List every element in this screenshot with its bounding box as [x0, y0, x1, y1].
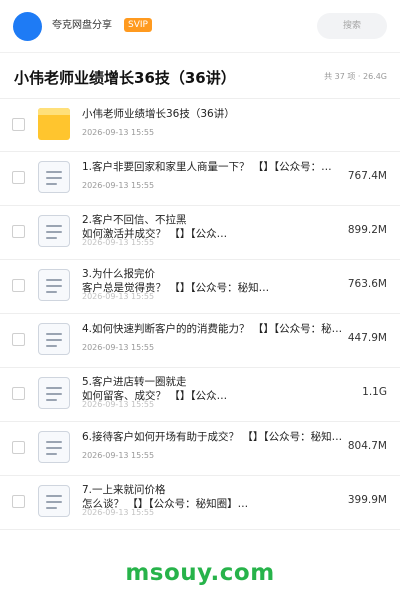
- item-name-line-1: 7.一上来就问价格: [82, 484, 166, 496]
- item-name-line-1: 3.为什么报完价: [82, 268, 156, 280]
- select-checkbox[interactable]: [12, 225, 25, 238]
- document-icon: [38, 431, 70, 463]
- svip-badge: SVIP: [124, 18, 152, 32]
- item-size: 899.2M: [347, 224, 387, 236]
- list-item[interactable]: 4.如何快速判断客户的的消费能力？ 【】【公众号：秘知圈】 2026-09-13…: [0, 314, 400, 368]
- list-item[interactable]: 2026-09-13 15:55 3.为什么报完价 客户总是觉得贵？ 【】【公众…: [0, 260, 400, 314]
- select-checkbox[interactable]: [12, 118, 25, 131]
- item-size: 447.9M: [347, 332, 387, 344]
- item-size: 1.1G: [362, 386, 387, 398]
- item-name-line-2: 怎么谈？ 【】【公众号：秘知圈】…: [82, 498, 249, 510]
- item-size: 767.4M: [347, 170, 387, 182]
- select-checkbox[interactable]: [12, 333, 25, 346]
- item-name: 7.一上来就问价格 怎么谈？ 【】【公众号：秘知圈】…: [82, 483, 272, 511]
- item-size: 804.7M: [347, 440, 387, 452]
- folder-meta: 共 37 项 · 26.4G: [324, 72, 387, 81]
- document-icon: [38, 377, 70, 409]
- list-item[interactable]: 2026-09-13 15:55 2.客户不回信、不拉黑 如何激活并成交？ 【】…: [0, 206, 400, 260]
- document-icon: [38, 161, 70, 193]
- item-size: 763.6M: [347, 278, 387, 290]
- select-checkbox[interactable]: [12, 441, 25, 454]
- item-name: 2.客户不回信、不拉黑 如何激活并成交？ 【】【公众号：秘知圈】: [82, 213, 237, 241]
- item-date: 2026-09-13 15:55: [82, 181, 155, 190]
- watermark-text: msouy.com: [125, 560, 275, 586]
- item-name: 3.为什么报完价 客户总是觉得贵？ 【】【公众号：秘知圈】: [82, 267, 272, 295]
- search-input[interactable]: [317, 13, 387, 39]
- document-icon: [38, 215, 70, 247]
- select-checkbox[interactable]: [12, 387, 25, 400]
- list-item[interactable]: 1.客户非要回家和家里人商量一下？ 【】【公众号：秘知圈】 2026-09-13…: [0, 152, 400, 206]
- item-name-line-2: 如何激活并成交？ 【】【公众号：秘知圈】: [82, 228, 237, 240]
- document-icon: [38, 269, 70, 301]
- select-checkbox[interactable]: [12, 495, 25, 508]
- document-icon: [38, 323, 70, 355]
- item-date: 2026-09-13 15:55: [82, 128, 155, 137]
- list-item[interactable]: 2026-09-13 15:55 5.客户进店转一圈就走 如何留客、成交？ 【】…: [0, 368, 400, 422]
- document-icon: [38, 485, 70, 517]
- item-name: 5.客户进店转一圈就走 如何留客、成交？ 【】【公众号：秘知圈】: [82, 375, 237, 403]
- select-checkbox[interactable]: [12, 171, 25, 184]
- item-date: 2026-09-13 15:55: [82, 451, 155, 460]
- item-name: 6.接待客户如何开场有助于成交？ 【】【公众号：秘知圈】: [82, 431, 346, 443]
- item-name: 4.如何快速判断客户的的消费能力？ 【】【公众号：秘知圈】: [82, 323, 344, 335]
- item-name-line-1: 2.客户不回信、不拉黑: [82, 214, 187, 226]
- page-title: 小伟老师业绩增长36技（36讲）: [14, 69, 236, 87]
- list-item[interactable]: 2026-09-13 15:55 7.一上来就问价格 怎么谈？ 【】【公众号：秘…: [0, 476, 400, 530]
- item-date: 2026-09-13 15:55: [82, 343, 155, 352]
- item-name: 小伟老师业绩增长36技（36讲）: [82, 108, 235, 120]
- avatar[interactable]: [13, 12, 42, 41]
- item-name-line-1: 5.客户进店转一圈就走: [82, 376, 187, 388]
- item-name: 1.客户非要回家和家里人商量一下？ 【】【公众号：秘知圈】: [82, 161, 340, 173]
- item-name-line-2: 客户总是觉得贵？ 【】【公众号：秘知圈】: [82, 282, 272, 294]
- list-item[interactable]: 6.接待客户如何开场有助于成交？ 【】【公众号：秘知圈】 2026-09-13 …: [0, 422, 400, 476]
- folder-header: 小伟老师业绩增长36技（36讲） 共 37 项 · 26.4G: [0, 52, 400, 98]
- select-checkbox[interactable]: [12, 279, 25, 292]
- folder-icon: [38, 108, 70, 140]
- top-bar: 夸克网盘分享 SVIP: [0, 0, 400, 52]
- item-size: 399.9M: [347, 494, 387, 506]
- username: 夸克网盘分享: [52, 20, 112, 31]
- file-list: 小伟老师业绩增长36技（36讲） 2026-09-13 15:55 1.客户非要…: [0, 98, 400, 530]
- search-box[interactable]: [317, 13, 387, 39]
- item-name-line-2: 如何留客、成交？ 【】【公众号：秘知圈】: [82, 390, 237, 402]
- list-item[interactable]: 小伟老师业绩增长36技（36讲） 2026-09-13 15:55: [0, 98, 400, 152]
